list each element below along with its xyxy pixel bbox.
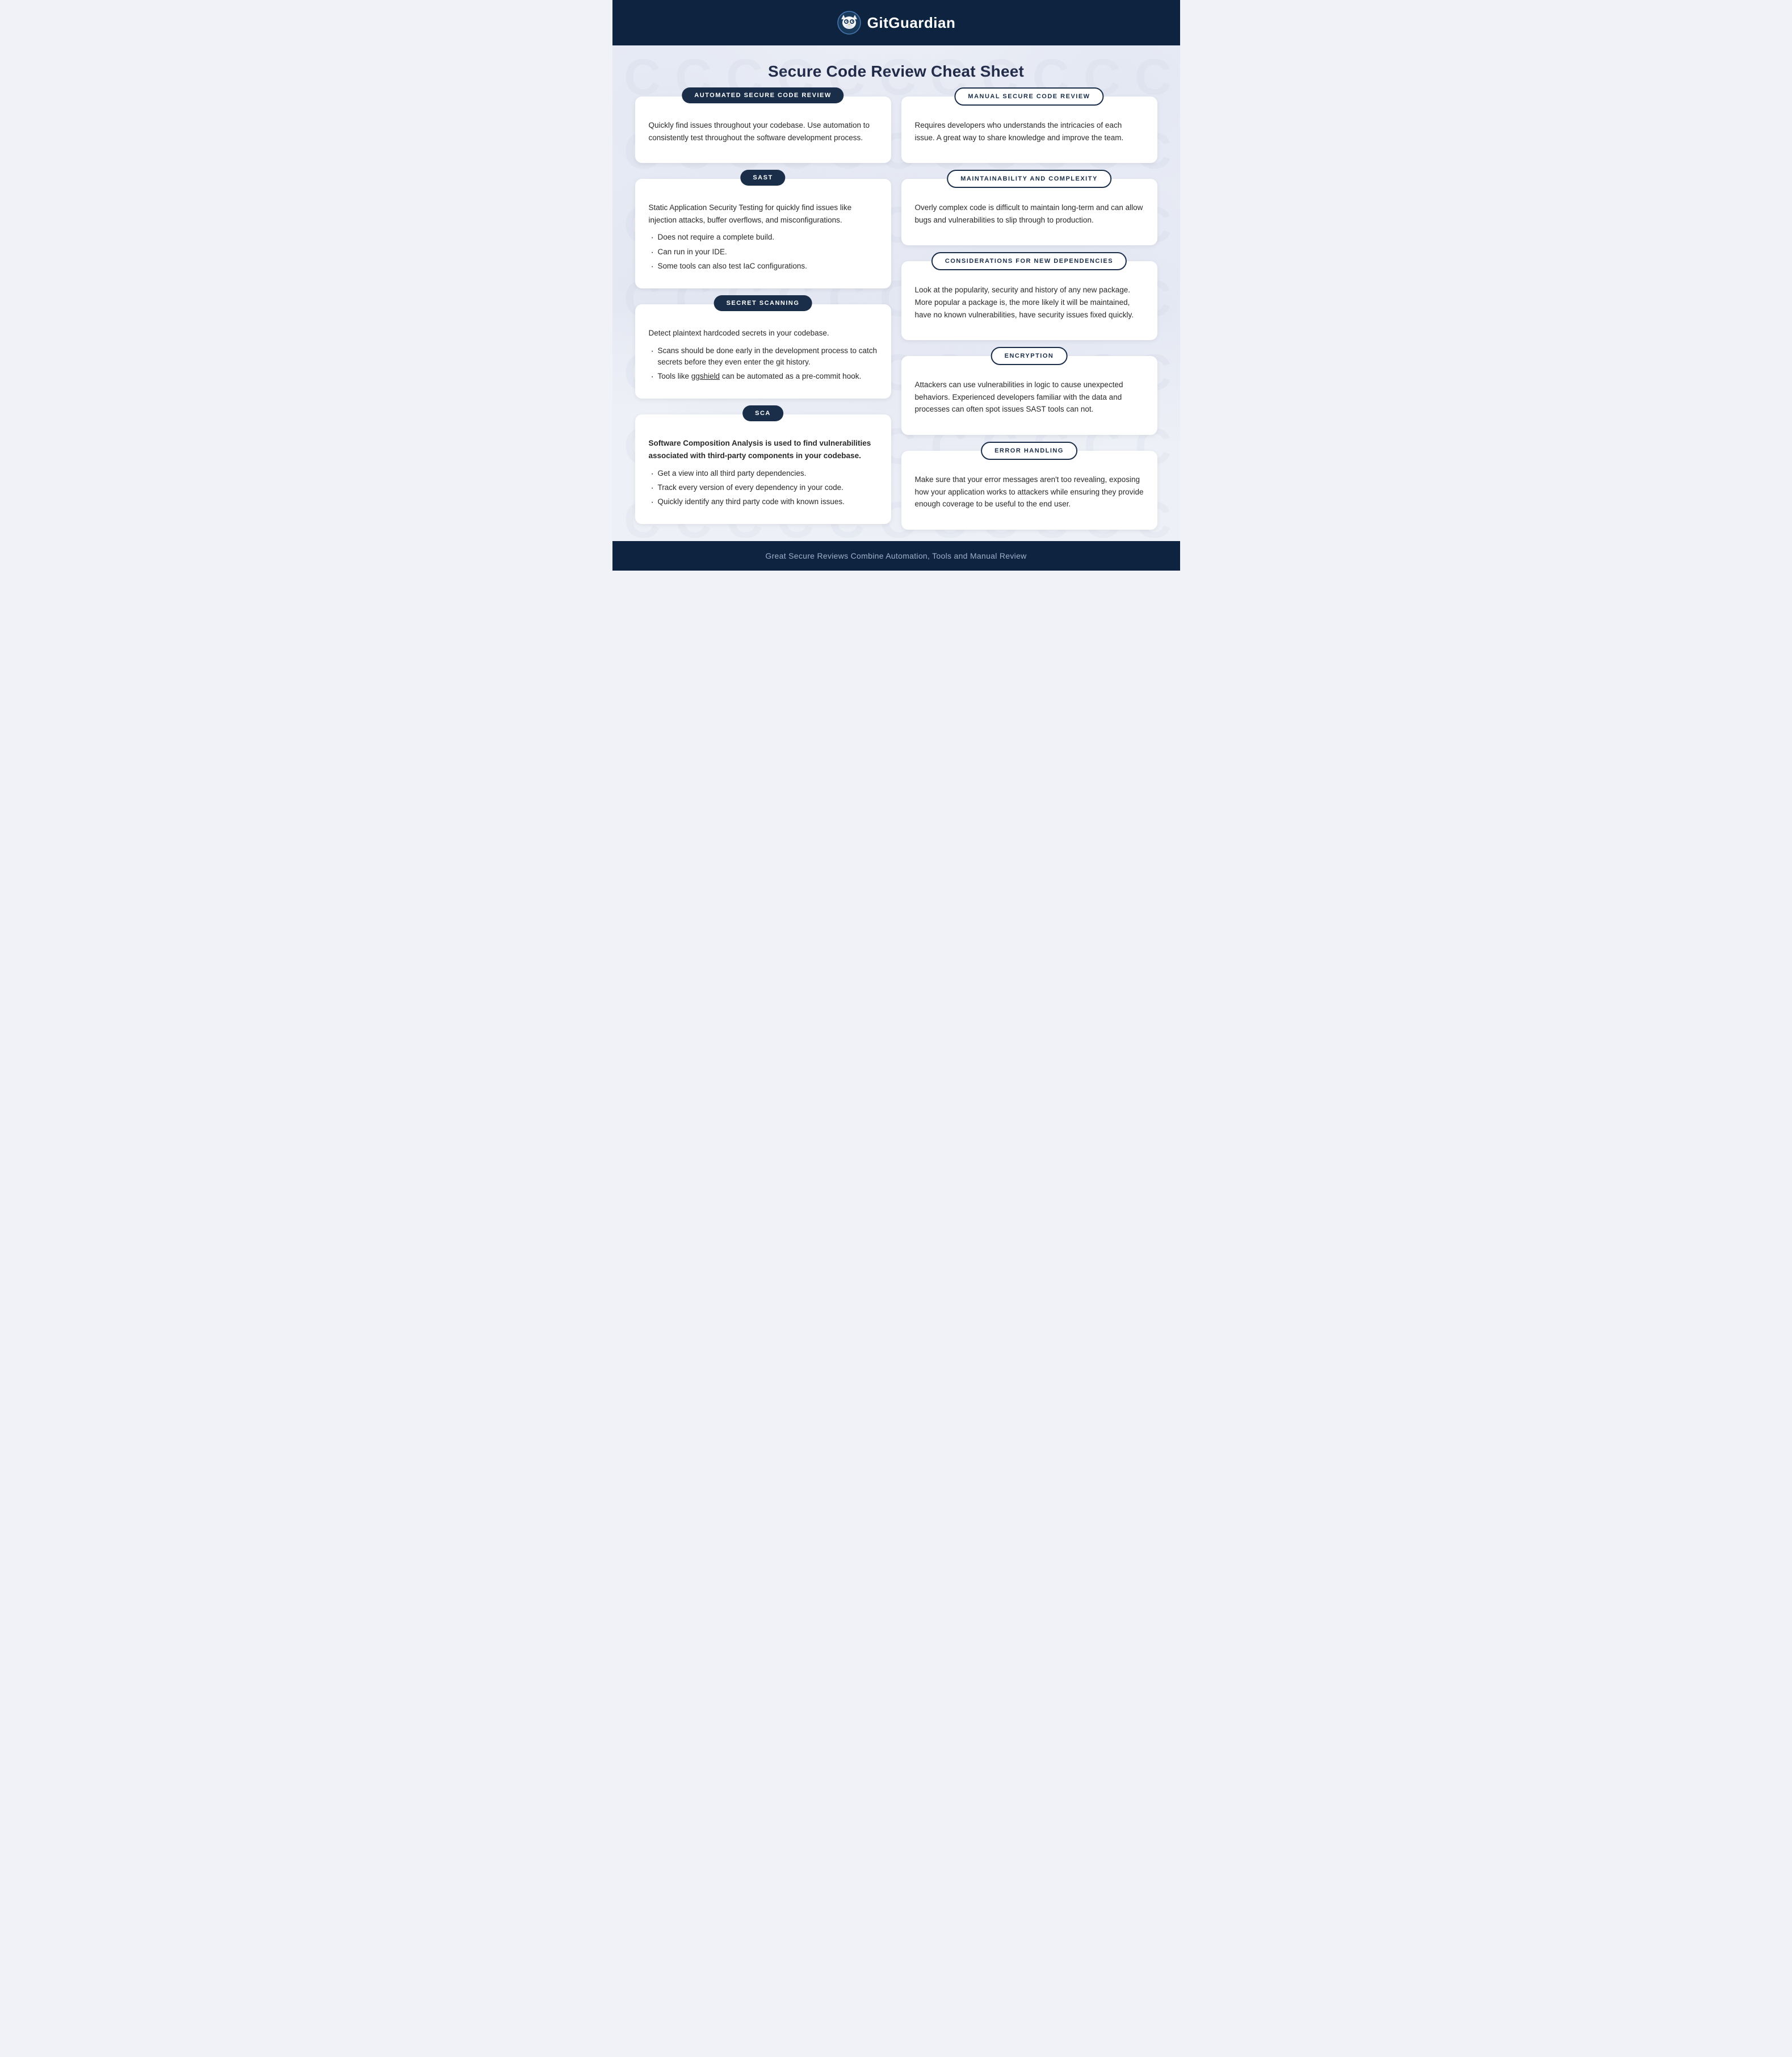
card-automated-review: AUTOMATED SECURE CODE REVIEW Quickly fin… <box>635 97 891 163</box>
gitguardian-logo-icon <box>837 10 862 35</box>
card-body-error-handling: Make sure that your error messages aren'… <box>915 474 1144 510</box>
card-body-dependencies: Look at the popularity, security and his… <box>915 284 1144 321</box>
card-body-maintainability: Overly complex code is difficult to main… <box>915 202 1144 226</box>
card-manual-review: MANUAL SECURE CODE REVIEW Requires devel… <box>901 97 1157 163</box>
sca-intro-bold: Software Composition Analysis is used to… <box>649 439 871 460</box>
list-item: Can run in your IDE. <box>649 246 878 258</box>
maintainability-text: Overly complex code is difficult to main… <box>915 202 1144 226</box>
card-error-handling: ERROR HANDLING Make sure that your error… <box>901 451 1157 530</box>
sast-intro: Static Application Security Testing for … <box>649 202 878 226</box>
secret-scanning-list: Scans should be done early in the develo… <box>649 345 878 383</box>
list-item: Get a view into all third party dependen… <box>649 468 878 479</box>
badge-maintainability: MAINTAINABILITY AND COMPLEXITY <box>947 170 1111 188</box>
badge-error-handling: ERROR HANDLING <box>981 442 1077 460</box>
badge-encryption: ENCRYPTION <box>991 347 1068 365</box>
badge-dependencies: CONSIDERATIONS FOR NEW DEPENDENCIES <box>931 252 1127 270</box>
list-item: Quickly identify any third party code wi… <box>649 496 878 508</box>
card-maintainability: MAINTAINABILITY AND COMPLEXITY Overly co… <box>901 179 1157 245</box>
card-body-encryption: Attackers can use vulnerabilities in log… <box>915 379 1144 416</box>
footer-text: Great Secure Reviews Combine Automation,… <box>765 551 1026 560</box>
page-title: Secure Code Review Cheat Sheet <box>635 62 1157 81</box>
header: GitGuardian <box>612 0 1180 45</box>
card-sast: SAST Static Application Security Testing… <box>635 179 891 288</box>
badge-automated-review: AUTOMATED SECURE CODE REVIEW <box>682 87 843 103</box>
content-grid: AUTOMATED SECURE CODE REVIEW Quickly fin… <box>635 97 1157 530</box>
card-body-sca: Software Composition Analysis is used to… <box>649 437 878 508</box>
list-item: Scans should be done early in the develo… <box>649 345 878 368</box>
error-handling-text: Make sure that your error messages aren'… <box>915 474 1144 510</box>
card-body-secret-scanning: Detect plaintext hardcoded secrets in yo… <box>649 327 878 382</box>
card-sca: SCA Software Composition Analysis is use… <box>635 414 891 524</box>
main-content: C C C C C C C C C C C C C C C C C C C C … <box>612 45 1180 541</box>
card-body-manual-review: Requires developers who understands the … <box>915 119 1144 144</box>
ggshield-link: ggshield <box>691 372 720 380</box>
card-dependencies: CONSIDERATIONS FOR NEW DEPENDENCIES Look… <box>901 261 1157 340</box>
sca-intro: Software Composition Analysis is used to… <box>649 437 878 462</box>
badge-sca: SCA <box>742 405 783 421</box>
card-body-sast: Static Application Security Testing for … <box>649 202 878 272</box>
logo-container: GitGuardian <box>837 10 956 35</box>
secret-scanning-intro: Detect plaintext hardcoded secrets in yo… <box>649 327 878 340</box>
automated-review-text: Quickly find issues throughout your code… <box>649 119 878 144</box>
list-item: Tools like ggshield can be automated as … <box>649 371 878 382</box>
list-item: Some tools can also test IaC configurati… <box>649 261 878 272</box>
brand-name: GitGuardian <box>867 14 956 32</box>
dependencies-text: Look at the popularity, security and his… <box>915 284 1144 321</box>
sca-list: Get a view into all third party dependen… <box>649 468 878 508</box>
badge-sast: SAST <box>740 170 785 186</box>
badge-secret-scanning: SECRET SCANNING <box>714 295 812 311</box>
badge-manual-review: MANUAL SECURE CODE REVIEW <box>954 87 1103 106</box>
manual-review-text: Requires developers who understands the … <box>915 119 1144 144</box>
card-body-automated-review: Quickly find issues throughout your code… <box>649 119 878 144</box>
sast-list: Does not require a complete build. Can r… <box>649 232 878 272</box>
card-encryption: ENCRYPTION Attackers can use vulnerabili… <box>901 356 1157 435</box>
card-secret-scanning: SECRET SCANNING Detect plaintext hardcod… <box>635 304 891 399</box>
right-column: MANUAL SECURE CODE REVIEW Requires devel… <box>901 97 1157 530</box>
list-item: Does not require a complete build. <box>649 232 878 243</box>
encryption-text: Attackers can use vulnerabilities in log… <box>915 379 1144 416</box>
left-column: AUTOMATED SECURE CODE REVIEW Quickly fin… <box>635 97 891 530</box>
list-item: Track every version of every dependency … <box>649 482 878 493</box>
footer: Great Secure Reviews Combine Automation,… <box>612 541 1180 571</box>
